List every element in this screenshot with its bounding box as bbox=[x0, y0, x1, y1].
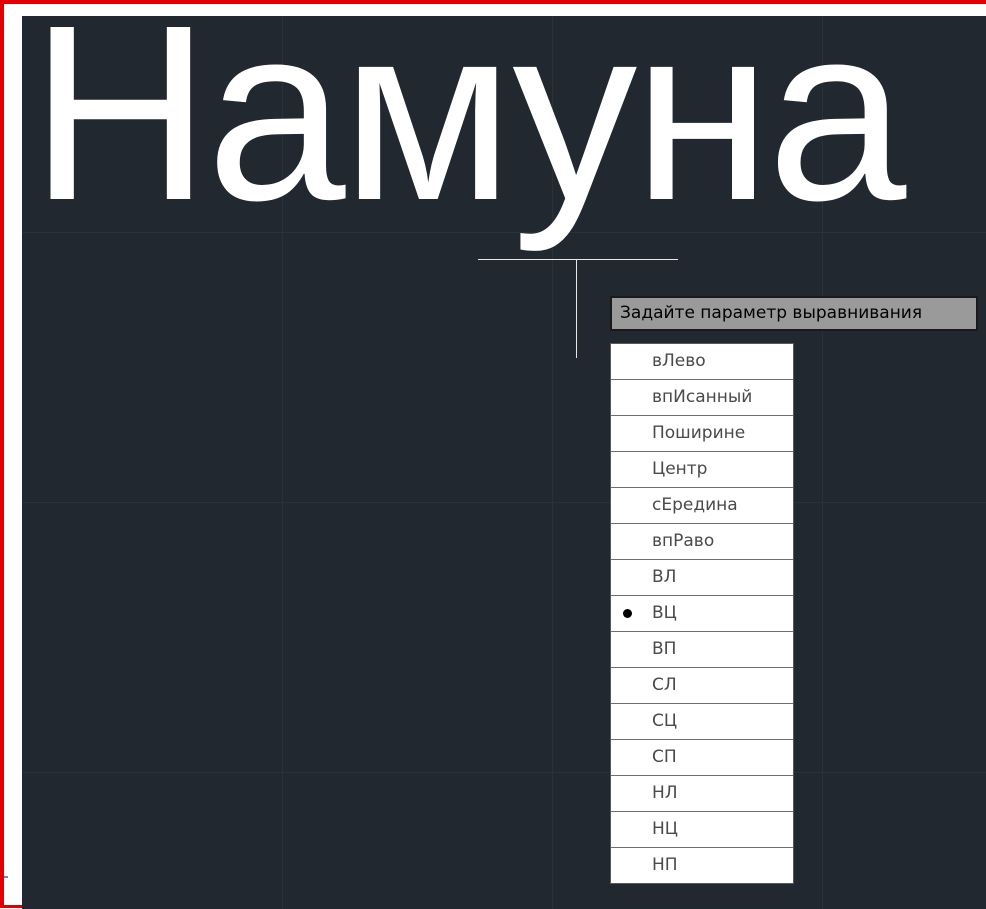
grid-line bbox=[22, 772, 986, 773]
edge-marker bbox=[4, 876, 8, 878]
menu-item-option[interactable]: СЛ bbox=[611, 668, 793, 704]
menu-item-option[interactable]: вЛево bbox=[611, 344, 793, 380]
menu-item-label: СЦ bbox=[652, 711, 678, 731]
menu-item-option[interactable]: впИсанный bbox=[611, 380, 793, 416]
menu-item-option[interactable]: НП bbox=[611, 848, 793, 883]
menu-item-label: вЛево bbox=[652, 351, 706, 371]
menu-item-label: Поширине bbox=[652, 423, 746, 443]
menu-item-option[interactable]: впРаво bbox=[611, 524, 793, 560]
menu-item-option[interactable]: НЛ bbox=[611, 776, 793, 812]
crosshair-horizontal bbox=[478, 259, 678, 260]
selected-bullet-icon bbox=[623, 609, 632, 618]
menu-item-label: СЛ bbox=[652, 675, 677, 695]
command-prompt-tooltip: Задайте параметр выравнивания bbox=[610, 296, 978, 331]
screenshot-frame: Намуна Задайте параметр выравнивания вЛе… bbox=[0, 0, 986, 909]
menu-item-option[interactable]: Центр bbox=[611, 452, 793, 488]
menu-item-option[interactable]: Поширине bbox=[611, 416, 793, 452]
menu-item-option[interactable]: ВЛ bbox=[611, 560, 793, 596]
menu-item-label: НП bbox=[652, 855, 678, 875]
menu-item-label: НЦ bbox=[652, 819, 678, 839]
menu-item-option[interactable]: ВП bbox=[611, 632, 793, 668]
menu-item-label: Центр bbox=[652, 459, 708, 479]
menu-item-label: ВЛ bbox=[652, 567, 677, 587]
drawing-text[interactable]: Намуна bbox=[30, 16, 906, 238]
menu-item-label: ВП bbox=[652, 639, 677, 659]
menu-item-option[interactable]: сЕредина bbox=[611, 488, 793, 524]
menu-item-label: ВЦ bbox=[652, 603, 677, 623]
menu-item-label: сЕредина bbox=[652, 495, 738, 515]
menu-item-option[interactable]: СЦ bbox=[611, 704, 793, 740]
menu-item-label: НЛ bbox=[652, 783, 678, 803]
menu-item-option[interactable]: СП bbox=[611, 740, 793, 776]
menu-item-label: впИсанный bbox=[652, 387, 753, 407]
crosshair-vertical bbox=[576, 259, 577, 358]
grid-line bbox=[22, 502, 986, 503]
menu-item-option[interactable]: ВЦ bbox=[611, 596, 793, 632]
menu-item-label: впРаво bbox=[652, 531, 715, 551]
drawing-viewport[interactable]: Намуна Задайте параметр выравнивания вЛе… bbox=[22, 16, 986, 909]
menu-item-label: СП bbox=[652, 747, 677, 767]
justify-options-menu: вЛево впИсанный Поширине Центр сЕредина впРав… bbox=[610, 343, 794, 884]
menu-item-option[interactable]: НЦ bbox=[611, 812, 793, 848]
